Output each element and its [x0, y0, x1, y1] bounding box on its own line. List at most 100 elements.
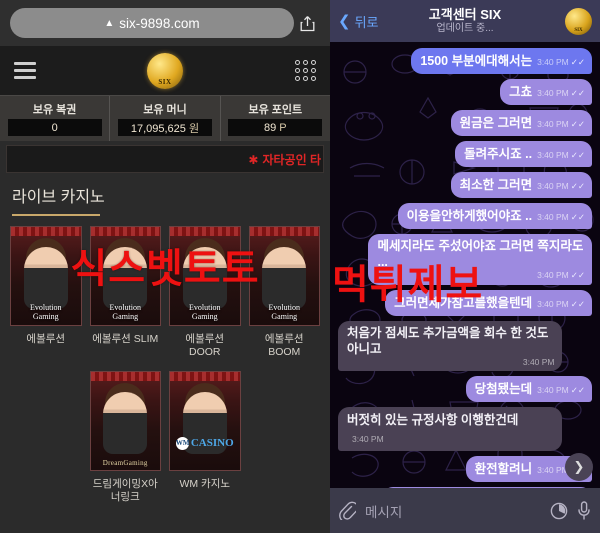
game-card[interactable]: Evolution Gaming 에볼루션 DOOR — [169, 226, 241, 359]
balance-lottery[interactable]: 보유 복권 0 — [0, 96, 111, 141]
section-title: 라이브 카지노 — [12, 189, 105, 206]
grid-menu-icon[interactable] — [295, 60, 316, 81]
game-label: 드림게이밍X아너링크 — [92, 478, 158, 503]
game-thumbnail: Evolution Gaming — [169, 226, 241, 326]
chevron-down-icon: ❯ — [573, 459, 585, 474]
read-receipt-icon: ✓✓ — [570, 57, 585, 67]
address-bar[interactable]: ▲ six-9898.com — [10, 8, 294, 38]
message-bubble[interactable]: 버젓히 있는 규정사항 이행한건데 3:40 PM — [338, 407, 562, 451]
message-time: 3:40 PM — [537, 385, 569, 395]
balance-point-value: 89 — [263, 121, 277, 134]
timer-icon[interactable] — [550, 502, 568, 520]
game-cards-row-2: DreamGaming 드림게이밍X아너링크 WMCASINO WM 카지노 — [0, 359, 330, 504]
game-card[interactable]: Evolution Gaming 에볼루션 SLIM — [89, 226, 161, 359]
messages-container: 1500 부분에대해서는 3:40 PM ✓✓ 그쵸 3:40 PM ✓✓ 원금은 그러… — [330, 42, 600, 488]
read-receipt-icon: ✓✓ — [570, 299, 585, 309]
message-bubble[interactable]: 처음가 점세도 추가금액을 회수 한 것도 아니고 3:40 PM — [338, 321, 562, 371]
grid-spacer — [10, 371, 82, 504]
paperclip-icon[interactable] — [339, 501, 356, 520]
message-bubble[interactable]: 1500 부분에대해서는 3:40 PM ✓✓ — [411, 48, 592, 74]
grid-spacer — [249, 371, 321, 504]
game-label: 에볼루션 SLIM — [92, 333, 159, 345]
message-bubble[interactable]: 그쵸 3:40 PM ✓✓ — [500, 79, 592, 105]
message-text: 처음가 점세도 추가금액을 회수 한 것도 아니고 — [347, 326, 549, 356]
game-thumbnail: Evolution Gaming — [248, 226, 320, 326]
game-card[interactable]: Evolution Gaming 에볼루션 BOOM — [248, 226, 320, 359]
message-input-bar: 메시지 — [330, 488, 600, 533]
game-label: 에볼루션 BOOM — [264, 333, 304, 358]
balance-lottery-label: 보유 복권 — [32, 104, 77, 116]
balance-point-label: 보유 포인트 — [248, 104, 303, 116]
message-text: 버젓히 있는 규정사항 이행한건데 — [347, 413, 519, 427]
message-text: 이용을안하게했어야죠 .. — [406, 209, 533, 223]
balance-money-unit: 원 — [188, 122, 200, 135]
site-header: SIX — [0, 46, 330, 95]
warning-triangle-icon: ▲ — [104, 17, 115, 29]
message-text: 당첨됐는데 — [474, 382, 533, 396]
hamburger-menu-icon[interactable] — [14, 62, 36, 79]
message-text: 메세지라도 주섰어야죠 그러면 쪽지라도 ... — [377, 239, 584, 269]
chat-message-list[interactable]: 1500 부분에대해서는 3:40 PM ✓✓ 그쵸 3:40 PM ✓✓ 원금은 그러… — [330, 42, 600, 488]
message-bubble[interactable]: 당첨됐는데 3:40 PM ✓✓ — [465, 376, 592, 402]
message-bubble[interactable]: 돌려주시죠 .. 3:40 PM ✓✓ — [455, 141, 592, 167]
balance-money-value: 17,095,625 — [130, 122, 186, 135]
avatar[interactable]: SIX — [565, 7, 592, 35]
screenshot-root: ▲ six-9898.com SIX 보유 복권 0 보유 머니 17,095,… — [0, 0, 600, 533]
six-coin-logo-icon: SIX — [147, 52, 183, 89]
message-time: 3:40 PM — [537, 181, 569, 191]
mobile-browser-panel: ▲ six-9898.com SIX 보유 복권 0 보유 머니 17,095,… — [0, 0, 330, 533]
message-bubble[interactable]: 최소한 그러면 3:40 PM ✓✓ — [450, 172, 592, 198]
game-brand: Evolution Gaming — [29, 303, 62, 321]
game-brand: Evolution Gaming — [109, 303, 142, 321]
browser-url-bar: ▲ six-9898.com — [0, 0, 330, 46]
game-brand: Evolution Gaming — [188, 303, 221, 321]
read-receipt-icon: ✓✓ — [570, 212, 585, 222]
microphone-icon[interactable] — [577, 501, 591, 520]
message-bubble[interactable]: 메세지라도 주섰어야죠 그러면 쪽지라도 ... 3:40 PM ✓✓ — [368, 234, 592, 285]
read-receipt-icon: ✓✓ — [570, 270, 585, 280]
game-brand: DreamGaming — [102, 459, 148, 467]
game-label: WM 카지노 — [179, 478, 231, 490]
site-logo-text: SIX — [158, 77, 172, 86]
site-logo[interactable]: SIX — [137, 49, 193, 93]
balance-bar: 보유 복권 0 보유 머니 17,095,625 원 보유 포인트 89 P — [0, 95, 330, 141]
message-time: 3:40 PM — [537, 212, 569, 222]
game-card-wmcasino[interactable]: WMCASINO WM 카지노 — [169, 371, 241, 504]
message-time: 3:40 PM — [537, 119, 569, 129]
notice-star-icon: ✱ — [248, 152, 259, 167]
game-card[interactable]: Evolution Gaming 에볼루션 — [10, 226, 82, 359]
scroll-to-bottom-button[interactable]: ❯ — [565, 453, 593, 481]
messenger-panel: ❮ 뒤로 고객센터 SIX 업데이트 중... SIX 1500 부분에대해서는… — [330, 0, 600, 533]
message-input[interactable]: 메시지 — [365, 501, 541, 521]
game-thumbnail: DreamGaming — [89, 371, 161, 471]
message-bubble[interactable]: 이용을안하게했어야죠 .. 3:40 PM ✓✓ — [397, 203, 592, 229]
notice-marquee: ✱ 자타공인 타 — [6, 145, 324, 173]
game-cards-row-1: Evolution Gaming 에볼루션 Evolution Gaming 에볼루… — [0, 216, 330, 359]
read-receipt-icon: ✓✓ — [570, 119, 585, 129]
message-text: 그쵸 — [509, 85, 533, 99]
message-text: 그러면제가참고를했을텐데 — [394, 296, 533, 310]
message-time: 3:40 PM — [537, 270, 569, 280]
game-brand: Evolution Gaming — [268, 303, 301, 321]
chat-header: ❮ 뒤로 고객센터 SIX 업데이트 중... SIX — [330, 0, 600, 42]
message-bubble[interactable]: 원금은 그러면 3:40 PM ✓✓ — [450, 110, 592, 136]
message-time: 3:40 PM — [537, 465, 569, 475]
balance-money-label: 보유 머니 — [143, 104, 187, 116]
message-text: 돌려주시죠 .. — [464, 147, 533, 161]
balance-point[interactable]: 보유 포인트 89 P — [221, 96, 330, 141]
game-card-dreamgaming[interactable]: DreamGaming 드림게이밍X아너링크 — [89, 371, 161, 504]
message-time: 3:40 PM — [537, 88, 569, 98]
live-casino-section: 라이브 카지노 — [0, 173, 330, 216]
read-receipt-icon: ✓✓ — [570, 181, 585, 191]
game-label: 에볼루션 DOOR — [185, 333, 225, 358]
share-icon[interactable] — [294, 15, 320, 32]
message-bubble[interactable]: 그러면제가참고를했을텐데 3:40 PM ✓✓ — [385, 290, 592, 316]
game-thumbnail: WMCASINO — [169, 371, 241, 471]
read-receipt-icon: ✓✓ — [570, 385, 585, 395]
message-time: 3:40 PM — [537, 150, 569, 160]
message-time: 3:40 PM — [537, 299, 569, 309]
back-button[interactable]: ❮ 뒤로 — [338, 12, 379, 31]
balance-money[interactable]: 보유 머니 17,095,625 원 — [110, 96, 221, 141]
message-time: 3:40 PM — [537, 57, 569, 67]
game-thumbnail: Evolution Gaming — [89, 226, 161, 326]
